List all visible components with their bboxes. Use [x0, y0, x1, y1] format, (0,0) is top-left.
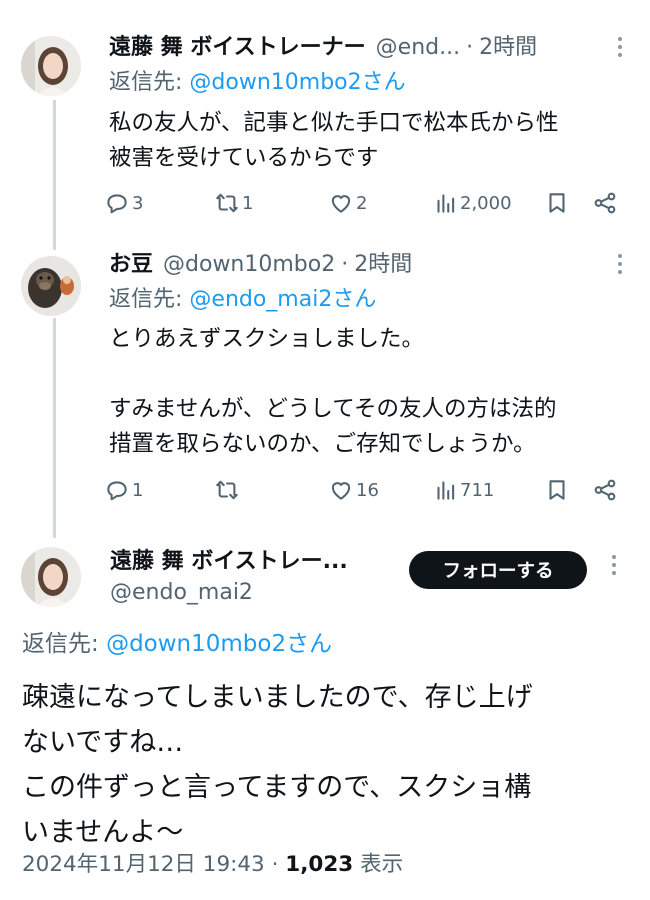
more-options-icon[interactable] — [612, 254, 628, 274]
reply-icon — [107, 194, 127, 214]
heart-icon — [331, 195, 351, 213]
avatar[interactable] — [21, 547, 81, 607]
author-name[interactable]: お豆 — [109, 250, 153, 280]
separator: · — [271, 852, 279, 877]
share-button[interactable] — [592, 475, 618, 505]
views-button[interactable]: 2,000 — [432, 188, 512, 218]
views-button[interactable]: 711 — [432, 475, 494, 505]
share-icon — [594, 479, 616, 501]
avatar[interactable] — [21, 256, 81, 316]
post-date[interactable]: 2024年11月12日 19:43 — [22, 852, 265, 877]
views-count: 1,023 — [285, 852, 354, 877]
author-handle[interactable]: @endo_mai2 — [110, 578, 253, 608]
tweet-meta: 2024年11月12日 19:43 · 1,023 表示 — [22, 850, 403, 880]
separator: · — [466, 35, 474, 60]
separator: · — [341, 252, 349, 277]
more-options-icon[interactable] — [606, 555, 622, 575]
bookmark-button[interactable] — [544, 475, 570, 505]
repost-button[interactable]: 1 — [214, 188, 253, 218]
follow-button[interactable]: フォローする — [409, 551, 587, 589]
reply-icon — [107, 481, 127, 501]
like-button[interactable]: 16 — [328, 475, 379, 505]
timestamp[interactable]: 2時間 — [479, 33, 537, 63]
view-count: 711 — [460, 479, 495, 501]
like-button[interactable]: 2 — [328, 188, 367, 218]
bookmark-icon — [549, 193, 565, 213]
avatar[interactable] — [21, 36, 81, 96]
like-count: 16 — [356, 479, 379, 501]
reply-count: 1 — [132, 479, 144, 501]
reply-count: 3 — [132, 192, 144, 214]
reply-to-label: 返信先: — [109, 70, 190, 95]
gorilla-icon — [21, 256, 81, 316]
view-count: 2,000 — [460, 192, 512, 214]
reply-to: 返信先: @down10mbo2さん — [22, 628, 332, 660]
views-label: 表示 — [360, 852, 404, 877]
reply-to: 返信先: @down10mbo2さん — [109, 68, 406, 98]
more-options-icon[interactable] — [612, 37, 628, 57]
share-icon — [594, 192, 616, 214]
reply-to-label: 返信先: — [109, 287, 190, 312]
author-name[interactable]: 遠藤 舞 ボイストレーナー — [109, 33, 366, 63]
repost-icon — [216, 193, 238, 213]
reply-to: 返信先: @endo_mai2さん — [109, 285, 376, 315]
tweet-actions: 1 16 711 — [104, 475, 630, 505]
share-button[interactable] — [592, 188, 618, 218]
repost-button[interactable] — [214, 475, 242, 505]
analytics-icon — [437, 194, 455, 213]
reply-to-label: 返信先: — [22, 631, 107, 657]
thread-line — [53, 318, 56, 538]
bookmark-button[interactable] — [544, 188, 570, 218]
author-handle[interactable]: @down10mbo2 — [163, 250, 335, 280]
author-handle[interactable]: @end... — [376, 33, 460, 63]
tweet-actions: 3 1 2 2,000 — [104, 188, 630, 218]
tweet-text: 私の友人が、記事と似た手口で松本氏から性 被害を受けているからです — [109, 110, 559, 171]
repost-count: 1 — [242, 192, 254, 214]
heart-icon — [331, 482, 351, 500]
tweet-header: 遠藤 舞 ボイストレーナー @end... · 2時間 — [109, 33, 628, 63]
tweet-text: とりあえずスクショしました。 すみませんが、どうしてその友人の方は法的 措置を取… — [109, 326, 557, 457]
bookmark-icon — [549, 480, 565, 500]
tweet-header: お豆 @down10mbo2 · 2時間 — [109, 250, 628, 280]
author-name[interactable]: 遠藤 舞 ボイストレー... — [110, 547, 390, 577]
repost-icon — [216, 480, 238, 500]
reply-button[interactable]: 1 — [104, 475, 143, 505]
reply-to-mention[interactable]: @endo_mai2さん — [189, 287, 376, 312]
reply-to-mention[interactable]: @down10mbo2さん — [189, 70, 405, 95]
timestamp[interactable]: 2時間 — [354, 250, 412, 280]
tweet-text: 疎遠になってしまいましたので、存じ上げ ないですね… この件ずっと言ってますので… — [22, 682, 533, 848]
woman-portrait-icon — [21, 547, 81, 607]
thread-line — [53, 100, 56, 250]
woman-portrait-icon — [21, 36, 81, 96]
reply-to-mention[interactable]: @down10mbo2さん — [106, 631, 332, 657]
reply-button[interactable]: 3 — [104, 188, 143, 218]
like-count: 2 — [356, 192, 368, 214]
analytics-icon — [437, 481, 455, 500]
